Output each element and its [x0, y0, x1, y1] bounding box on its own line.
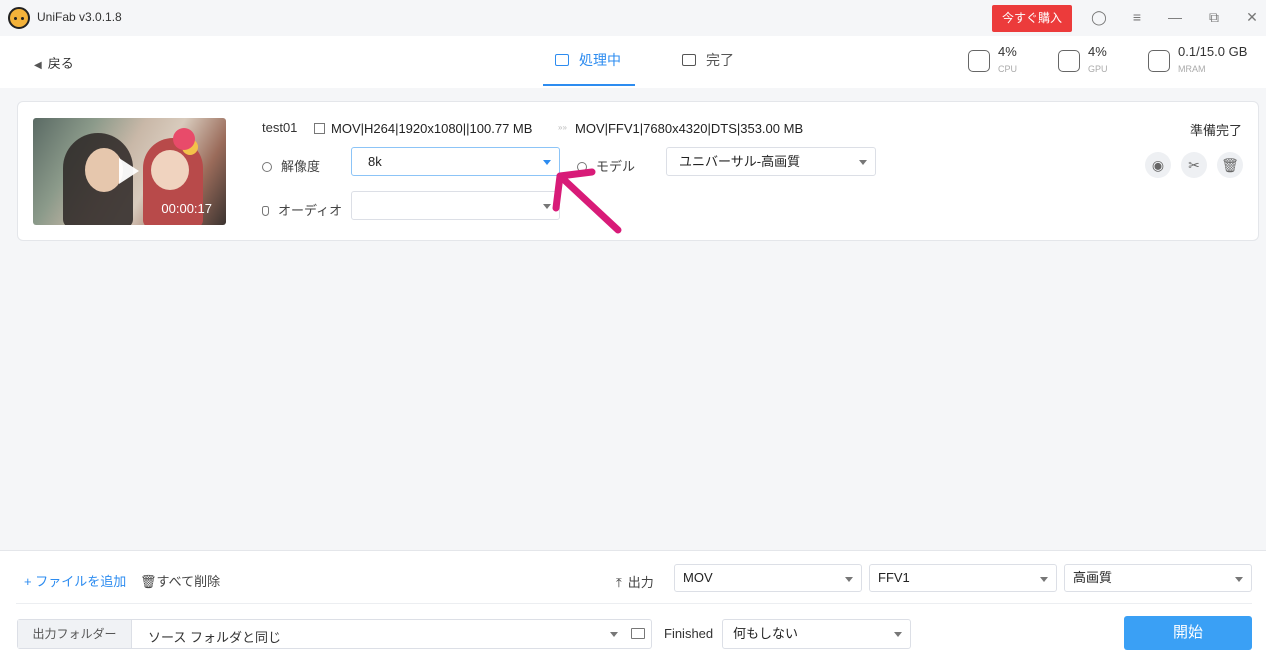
cpu-value: 4% — [998, 44, 1017, 59]
list-icon — [555, 54, 569, 66]
cpu-label: CPU — [998, 64, 1018, 74]
quality-value: 高画質 — [1073, 570, 1113, 585]
mram-label: MRAM — [1178, 64, 1206, 74]
app-logo-icon — [8, 7, 30, 29]
arrow-right-icon: »» — [558, 123, 567, 132]
gpu-value: 4% — [1088, 44, 1107, 59]
codec-select[interactable]: FFV1 — [869, 564, 1057, 592]
resolution-select[interactable]: 8k — [351, 147, 560, 176]
thumb-face — [151, 150, 189, 190]
output-label-row: ⤒ 出力 — [616, 572, 654, 591]
format-value: MOV — [683, 570, 713, 585]
finished-label: Finished — [664, 626, 714, 641]
model-select[interactable]: ユニバーサル-高画質 — [666, 147, 876, 176]
output-folder-label: 出力フォルダー — [18, 620, 132, 648]
task-card: 00:00:17 test01 MOV|H264|1920x1080||100.… — [17, 101, 1259, 241]
upload-icon: ⤒ — [616, 575, 622, 590]
divider — [16, 603, 1252, 604]
output-folder-value: ソース フォルダと同じ — [148, 630, 281, 645]
back-label: 戻る — [47, 56, 74, 71]
gpu-icon — [1058, 50, 1080, 72]
chevron-down-icon — [894, 632, 902, 637]
menu-icon[interactable]: ≡ — [1128, 8, 1146, 26]
chevron-down-icon — [543, 160, 551, 165]
quality-select[interactable]: 高画質 — [1064, 564, 1252, 592]
gpu-label: GPU — [1088, 64, 1108, 74]
start-button[interactable]: 開始 — [1124, 616, 1252, 650]
play-circle-icon — [262, 162, 272, 172]
output-label: 出力 — [627, 575, 654, 590]
chevron-down-icon — [543, 204, 551, 209]
tab-completed[interactable]: 完了 — [682, 36, 752, 86]
app-title: UniFab v3.0.1.8 — [37, 10, 122, 24]
resolution-label-row: 解像度 — [262, 156, 320, 175]
bottom-bar: + ファイルを追加 🗑すべて削除 ⤒ 出力 MOV FFV1 高画質 出力フォルダ… — [0, 550, 1266, 666]
model-value: ユニバーサル-高画質 — [679, 154, 801, 169]
add-file-button[interactable]: + ファイルを追加 — [24, 571, 126, 590]
tab-processing[interactable]: 処理中 — [543, 36, 635, 86]
thumb-face — [85, 148, 123, 192]
tab-processing-label: 処理中 — [579, 52, 621, 68]
chevron-down-icon[interactable] — [610, 632, 618, 637]
model-icon — [577, 162, 587, 172]
chevron-down-icon — [845, 577, 853, 582]
trash-icon: 🗑 — [140, 574, 157, 589]
finished-action-value: 何もしない — [733, 626, 799, 641]
file-name: test01 — [262, 120, 298, 135]
codec-value: FFV1 — [878, 570, 910, 585]
mram-value: 0.1/15.0 GB — [1178, 44, 1248, 59]
source-info-text: MOV|H264|1920x1080||100.77 MB — [331, 121, 533, 136]
output-folder-field[interactable]: 出力フォルダー ソース フォルダと同じ — [17, 619, 652, 649]
source-info: MOV|H264|1920x1080||100.77 MB — [314, 121, 532, 136]
chevron-left-icon: ◀ — [34, 60, 42, 71]
folder-icon[interactable] — [631, 628, 645, 639]
preview-eye-icon[interactable]: ◉ — [1145, 152, 1171, 178]
audio-select[interactable] — [351, 191, 560, 220]
checkbox-icon — [682, 54, 696, 66]
cpu-icon — [968, 50, 990, 72]
buy-now-button[interactable]: 今すぐ購入 — [992, 5, 1072, 32]
model-label: モデル — [596, 159, 636, 174]
chevron-down-icon — [1235, 577, 1243, 582]
play-icon[interactable] — [119, 158, 139, 184]
edit-icon[interactable] — [314, 123, 325, 134]
chevron-down-icon — [1040, 577, 1048, 582]
restore-icon[interactable]: ⧉ — [1205, 8, 1223, 26]
finished-action-select[interactable]: 何もしない — [722, 619, 911, 649]
title-bar: UniFab v3.0.1.8 今すぐ購入 ◯ ≡ — ⧉ ✕ — [0, 0, 1266, 36]
chevron-down-icon — [859, 160, 867, 165]
audio-label: オーディオ — [278, 203, 343, 218]
output-info: MOV|FFV1|7680x4320|DTS|353.00 MB — [575, 121, 804, 136]
video-duration: 00:00:17 — [161, 201, 212, 216]
audio-label-row: オーディオ — [262, 200, 342, 219]
close-icon[interactable]: ✕ — [1243, 8, 1261, 26]
video-thumbnail[interactable]: 00:00:17 — [33, 118, 226, 225]
model-label-row: モデル — [577, 156, 635, 175]
shirt-icon[interactable]: ◯ — [1090, 8, 1108, 26]
thumb-flower — [173, 128, 195, 150]
nav-bar: ◀ 戻る 処理中 完了 4% CPU 4% GPU 0.1/15.0 GB MRA… — [0, 36, 1266, 88]
status-text: 準備完了 — [1189, 123, 1242, 138]
microphone-icon — [262, 206, 269, 216]
trash-icon[interactable]: 🗑 — [1217, 152, 1243, 178]
task-list: 00:00:17 test01 MOV|H264|1920x1080||100.… — [0, 88, 1266, 550]
resolution-value: 8k — [368, 154, 382, 169]
scissors-icon[interactable]: ✂ — [1181, 152, 1207, 178]
minimize-icon[interactable]: — — [1166, 8, 1184, 26]
delete-all-label: すべて削除 — [156, 574, 221, 589]
memory-icon — [1148, 50, 1170, 72]
back-button[interactable]: ◀ 戻る — [34, 53, 74, 72]
format-select[interactable]: MOV — [674, 564, 862, 592]
resolution-label: 解像度 — [281, 159, 321, 174]
tab-completed-label: 完了 — [706, 52, 734, 68]
delete-all-button[interactable]: 🗑すべて削除 — [140, 571, 220, 590]
